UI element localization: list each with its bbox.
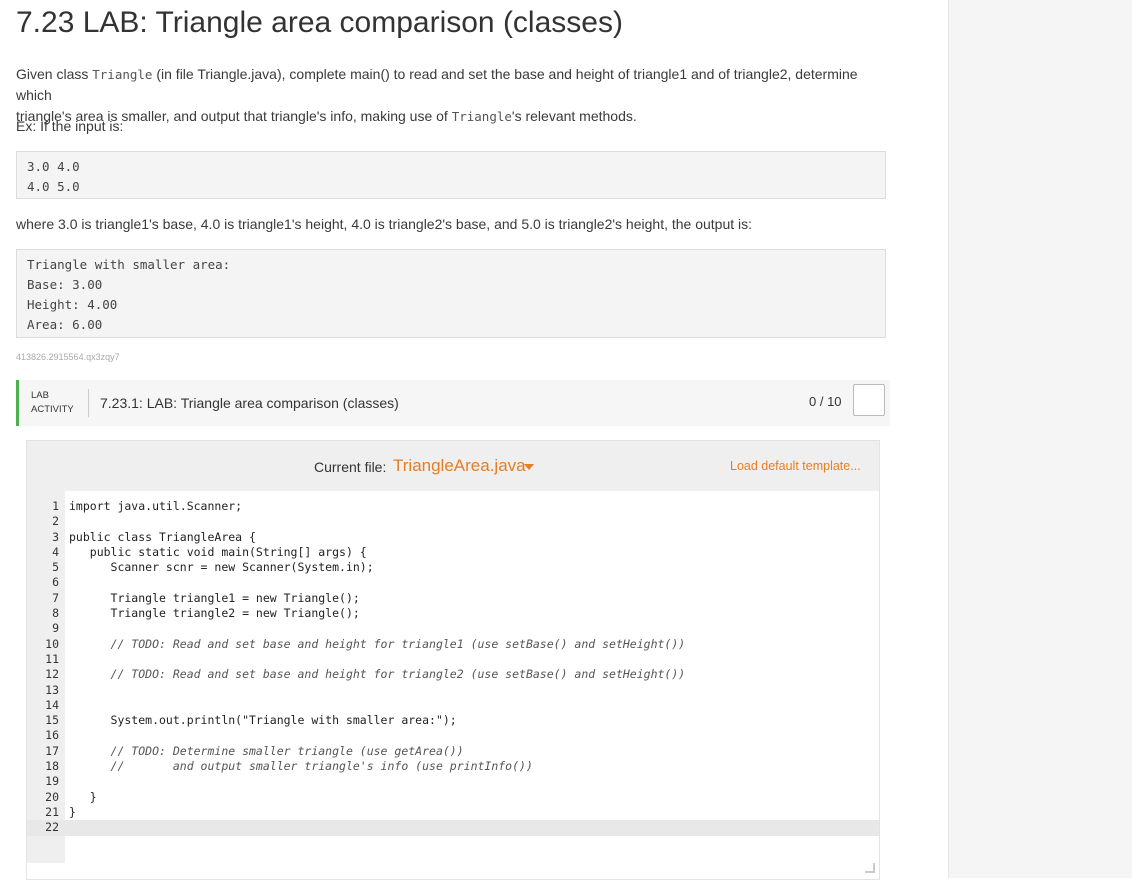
line-number: 18 bbox=[45, 759, 59, 774]
code-line[interactable]: 22 bbox=[27, 820, 879, 836]
line-number: 15 bbox=[45, 713, 59, 728]
code-line[interactable]: 15 System.out.println("Triangle with sma… bbox=[27, 713, 879, 728]
code-line[interactable]: 8 Triangle triangle2 = new Triangle(); bbox=[27, 606, 879, 621]
line-number: 8 bbox=[52, 606, 59, 621]
inline-code-triangle-2: Triangle bbox=[451, 109, 512, 124]
code-line-text[interactable]: } bbox=[69, 805, 76, 820]
completion-box-icon bbox=[853, 384, 885, 416]
input-example-box: 3.0 4.0 4.0 5.0 bbox=[16, 151, 886, 199]
code-line[interactable]: 4 public static void main(String[] args)… bbox=[27, 545, 879, 560]
header-divider bbox=[88, 389, 89, 417]
score: 0 / 10 bbox=[809, 394, 842, 409]
activity-id: 413826.2915564.qx3zqy7 bbox=[16, 352, 120, 362]
code-line[interactable]: 21} bbox=[27, 805, 879, 820]
page-title: 7.23 LAB: Triangle area comparison (clas… bbox=[16, 6, 623, 39]
code-line[interactable]: 16 bbox=[27, 728, 879, 743]
code-line-text[interactable]: // and output smaller triangle's info (u… bbox=[69, 759, 533, 774]
code-line[interactable]: 19 bbox=[27, 774, 879, 789]
line-number: 12 bbox=[45, 667, 59, 682]
code-line[interactable]: 20 } bbox=[27, 790, 879, 805]
line-number: 2 bbox=[52, 514, 59, 529]
code-line-text[interactable]: Triangle triangle2 = new Triangle(); bbox=[69, 606, 360, 621]
line-number: 11 bbox=[45, 651, 59, 666]
code-line[interactable]: 18 // and output smaller triangle's info… bbox=[27, 759, 879, 774]
line-number: 14 bbox=[45, 697, 59, 712]
code-line-text[interactable]: Triangle triangle1 = new Triangle(); bbox=[69, 591, 360, 606]
lab-label-line1: LAB bbox=[31, 390, 49, 401]
code-line[interactable]: 13 bbox=[27, 683, 879, 698]
right-side-panel bbox=[948, 0, 1132, 878]
intro-text-1: Given class bbox=[16, 66, 93, 82]
code-editor: Current file: TriangleArea.java Load def… bbox=[26, 440, 880, 880]
line-number: 21 bbox=[45, 804, 59, 819]
editor-toolbar: Current file: TriangleArea.java Load def… bbox=[27, 441, 879, 491]
line-number: 17 bbox=[45, 743, 59, 758]
code-line-text[interactable]: // TODO: Determine smaller triangle (use… bbox=[69, 744, 464, 759]
code-line[interactable]: 14 bbox=[27, 698, 879, 713]
line-number: 1 bbox=[52, 499, 59, 513]
code-line[interactable]: 11 bbox=[27, 652, 879, 667]
code-line[interactable]: 9 bbox=[27, 621, 879, 636]
code-line-text[interactable]: public static void main(String[] args) { bbox=[69, 545, 367, 560]
code-line[interactable]: 1 import java.util.Scanner; bbox=[27, 499, 879, 514]
inline-code-triangle: Triangle bbox=[92, 67, 153, 82]
code-line-text[interactable]: } bbox=[69, 790, 97, 805]
code-line[interactable]: 3 public class TriangleArea { bbox=[27, 530, 879, 545]
code-line-text[interactable]: // TODO: Read and set base and height fo… bbox=[69, 637, 686, 652]
code-line[interactable]: 5 Scanner scnr = new Scanner(System.in); bbox=[27, 560, 879, 575]
line-number: 9 bbox=[52, 621, 59, 636]
code-line-text[interactable]: public class TriangleArea { bbox=[69, 530, 256, 545]
lab-activity-label: LAB ACTIVITY bbox=[31, 389, 74, 417]
line-number: 16 bbox=[45, 728, 59, 743]
resize-handle-icon[interactable] bbox=[865, 863, 875, 873]
line-number: 20 bbox=[45, 789, 59, 804]
code-line-text[interactable]: import java.util.Scanner; bbox=[69, 499, 242, 514]
line-number: 4 bbox=[52, 544, 59, 559]
output-example-box: Triangle with smaller area: Base: 3.00 H… bbox=[16, 249, 886, 338]
current-file-dropdown[interactable]: TriangleArea.java bbox=[393, 456, 526, 476]
code-line[interactable]: 6 bbox=[27, 575, 879, 590]
line-number: 19 bbox=[45, 774, 59, 789]
code-line-text[interactable]: // TODO: Read and set base and height fo… bbox=[69, 667, 686, 682]
lab-activity-header: LAB ACTIVITY 7.23.1: LAB: Triangle area … bbox=[16, 380, 890, 426]
code-line[interactable]: 7 Triangle triangle1 = new Triangle(); bbox=[27, 591, 879, 606]
intro-paragraph: Given class Triangle (in file Triangle.j… bbox=[16, 64, 896, 127]
line-number: 10 bbox=[45, 636, 59, 651]
line-number: 3 bbox=[52, 529, 59, 544]
code-line[interactable]: 17 // TODO: Determine smaller triangle (… bbox=[27, 744, 879, 759]
intro-text-4: 's relevant methods. bbox=[511, 108, 637, 124]
code-line[interactable]: 10 // TODO: Read and set base and height… bbox=[27, 637, 879, 652]
code-text-area[interactable]: 1 import java.util.Scanner; 2 3 public class… bbox=[27, 499, 879, 836]
load-default-template-link[interactable]: Load default template... bbox=[730, 459, 861, 473]
line-number: 6 bbox=[52, 575, 59, 590]
code-line[interactable]: 12 // TODO: Read and set base and height… bbox=[27, 667, 879, 682]
line-number: 13 bbox=[45, 682, 59, 697]
line-number: 7 bbox=[52, 590, 59, 605]
explanation-text: where 3.0 is triangle1's base, 4.0 is tr… bbox=[16, 216, 753, 232]
line-number: 5 bbox=[52, 560, 59, 575]
line-number: 22 bbox=[45, 820, 59, 835]
code-line-text[interactable]: Scanner scnr = new Scanner(System.in); bbox=[69, 560, 374, 575]
current-file-label: Current file: bbox=[314, 459, 387, 475]
code-line-text[interactable]: System.out.println("Triangle with smalle… bbox=[69, 713, 457, 728]
lab-title: 7.23.1: LAB: Triangle area comparison (c… bbox=[100, 395, 399, 411]
example-intro: Ex: If the input is: bbox=[16, 118, 124, 134]
lab-label-line2: ACTIVITY bbox=[31, 404, 74, 415]
chevron-down-icon[interactable] bbox=[524, 464, 534, 470]
code-line[interactable]: 2 bbox=[27, 514, 879, 529]
